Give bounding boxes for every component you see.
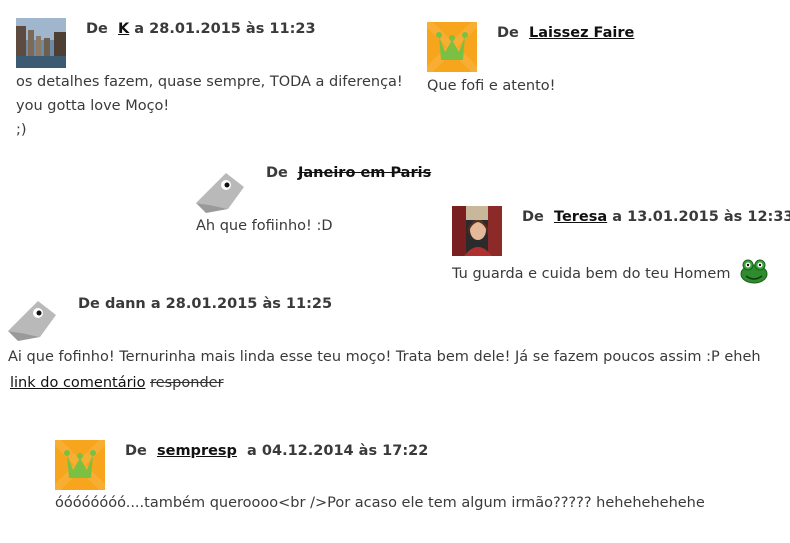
comment-line: Que fofi e atento!	[427, 78, 556, 94]
comment-line: Ai que fofinho! Ternurinha mais linda es…	[8, 349, 761, 365]
comment-header: De dann a 28.01.2015 às 11:25	[78, 296, 332, 312]
comment-author: dann	[104, 296, 146, 312]
comment-header: De K a 28.01.2015 às 11:23	[86, 21, 316, 37]
comment-author-link[interactable]: Janeiro em Paris	[298, 165, 431, 181]
avatar	[55, 440, 105, 490]
comment-date-sep: a	[150, 296, 161, 312]
frog-emoticon-icon	[740, 259, 768, 284]
comment-author-link[interactable]: sempresp	[157, 443, 237, 459]
avatar	[196, 165, 246, 215]
comment-date: 28.01.2015 às 11:23	[149, 21, 316, 37]
comment-line: Ah que fofiinho! :D	[196, 218, 333, 234]
avatar	[427, 22, 477, 72]
fish-avatar-icon	[8, 301, 56, 341]
crown-avatar-icon	[427, 22, 477, 72]
comment-author-link[interactable]: K	[118, 21, 129, 37]
avatar	[452, 206, 502, 256]
comment-line: you gotta love Moço!	[16, 98, 170, 114]
photo-avatar-icon	[16, 18, 66, 68]
comment-body: óóóóóóóó....também queroooo<br />Por aca…	[55, 491, 705, 515]
comment-date-sep: a	[612, 209, 623, 225]
comment-date: 28.01.2015 às 11:25	[165, 296, 333, 312]
comment-prefix: De	[86, 21, 108, 37]
comment-header: De Janeiro em Paris	[266, 165, 431, 181]
comment-date-sep: a	[247, 443, 257, 459]
comment-header: De Laissez Faire	[497, 25, 634, 41]
comment-permalink[interactable]: link do comentário	[10, 375, 145, 391]
avatar	[16, 18, 66, 68]
comment-prefix: De	[522, 209, 544, 225]
fish-avatar-icon	[196, 173, 244, 213]
comment-prefix: De	[266, 165, 288, 181]
comment-prefix: De	[78, 296, 100, 312]
comment-line: os detalhes fazem, quase sempre, TODA a …	[16, 74, 403, 90]
comment-body: Tu guarda e cuida bem do teu Homem	[452, 258, 769, 286]
comment-author-link[interactable]: Teresa	[554, 209, 607, 225]
comment-date: 13.01.2015 às 12:33	[627, 209, 790, 225]
comment-line: Tu guarda e cuida bem do teu Homem	[452, 258, 769, 286]
comment-prefix: De	[125, 443, 147, 459]
reply-link[interactable]: responder	[150, 375, 223, 391]
crown-avatar-icon	[55, 440, 105, 490]
comment-body: os detalhes fazem, quase sempre, TODA a …	[16, 70, 403, 142]
comment-header: De Teresa a 13.01.2015 às 12:33	[522, 209, 790, 225]
comment-body: Ah que fofiinho! :D	[196, 214, 333, 238]
comment-body: Que fofi e atento!	[427, 74, 555, 98]
comment-actions: link do comentário responder	[10, 371, 224, 395]
avatar	[8, 293, 58, 343]
comment-author-link[interactable]: Laissez Faire	[529, 25, 634, 41]
comment-line: ;)	[16, 122, 27, 138]
comment-prefix: De	[497, 25, 519, 41]
photo-avatar-icon	[452, 206, 502, 256]
comment-line: óóóóóóóó....também queroooo<br />Por aca…	[55, 495, 705, 511]
comment-date-sep: a	[134, 21, 145, 37]
comment-date: 04.12.2014 às 17:22	[261, 443, 429, 459]
comment-header: De sempresp a 04.12.2014 às 17:22	[125, 443, 428, 459]
comment-line-text: Tu guarda e cuida bem do teu Homem	[452, 266, 731, 282]
comment-body: Ai que fofinho! Ternurinha mais linda es…	[8, 345, 761, 369]
